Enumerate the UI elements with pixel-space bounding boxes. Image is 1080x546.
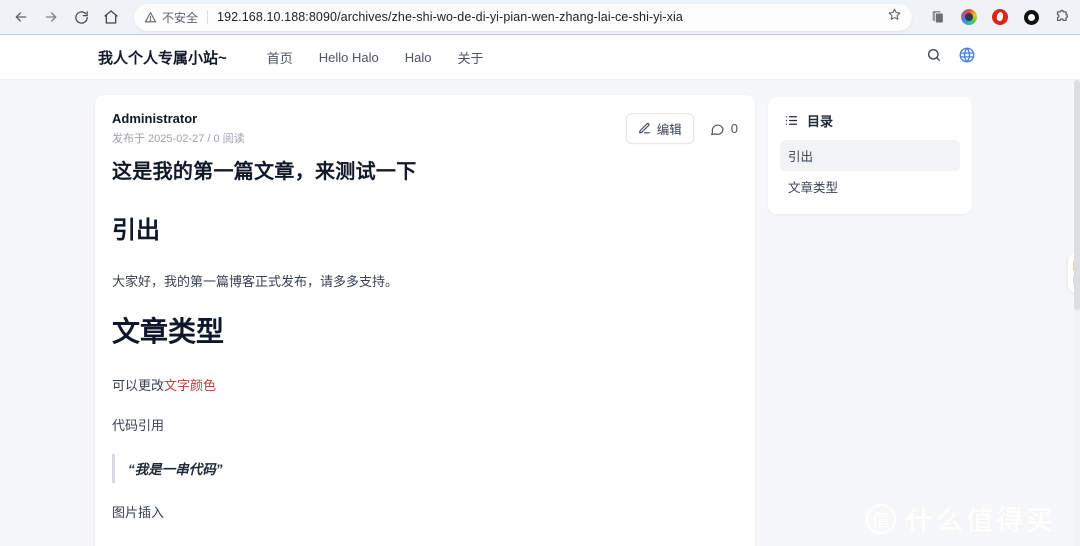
warning-icon [144, 11, 157, 22]
nav-item-hello-halo[interactable]: Hello Halo [319, 50, 379, 65]
url-text[interactable]: 192.168.10.188:8090/archives/zhe-shi-wo-… [217, 10, 879, 24]
comment-icon [710, 123, 724, 135]
nav-item-halo[interactable]: Halo [405, 50, 432, 65]
color-line-red-link[interactable]: 文字颜色 [164, 378, 216, 393]
toc-title: 目录 [807, 114, 834, 129]
nav-item-about[interactable]: 关于 [458, 48, 484, 67]
smzdm-watermark: 值 什么值得买 [866, 499, 1056, 538]
comment-count: 0 [730, 121, 738, 136]
post-title: 这是我的第一篇文章，来测试一下 [112, 161, 417, 183]
comment-widget[interactable]: 0 [709, 121, 738, 137]
toc-item-intro[interactable]: 引出 [780, 140, 960, 171]
list-icon [785, 116, 798, 125]
edit-button[interactable]: 编辑 [625, 113, 694, 144]
paragraph-intro: 大家好，我的第一篇博客正式发布，请多多支持。 [112, 274, 399, 289]
address-bar[interactable]: 不安全 192.168.10.188:8090/archives/zhe-shi… [134, 3, 912, 31]
pages-extension-icon[interactable] [928, 7, 948, 27]
refresh-icon[interactable] [68, 4, 94, 30]
post-meta: 发布于 2025-02-27 / 0 阅读 [112, 133, 245, 145]
article-meta-row: Administrator 发布于 2025-02-27 / 0 阅读 编辑 0 [112, 111, 738, 146]
article-actions: 编辑 0 [625, 113, 738, 144]
record-extension-icon[interactable] [1021, 7, 1041, 27]
page-content: Administrator 发布于 2025-02-27 / 0 阅读 编辑 0… [0, 80, 1080, 546]
nav-item-home[interactable]: 首页 [267, 48, 293, 67]
toc-header: 目录 [780, 109, 960, 140]
browser-toolbar: 不安全 192.168.10.188:8090/archives/zhe-shi… [0, 0, 1080, 35]
header-icons [926, 46, 976, 69]
heading-type: 文章类型 [112, 316, 225, 347]
site-header: 我人个人专属小站~ 首页 Hello Halo Halo 关于 [0, 36, 1080, 80]
chip-divider [207, 10, 209, 24]
back-icon[interactable] [8, 4, 34, 30]
security-chip[interactable]: 不安全 [144, 9, 198, 26]
watermark-text: 什么值得买 [906, 506, 1056, 536]
screen: 不安全 192.168.10.188:8090/archives/zhe-shi… [0, 0, 1080, 546]
heading-intro: 引出 [112, 217, 160, 244]
bookmark-star-icon[interactable] [887, 7, 902, 27]
globe-icon[interactable] [958, 46, 976, 69]
edit-button-label: 编辑 [656, 123, 682, 137]
watermark-badge: 值 [866, 503, 896, 534]
blockquote-text: “我是一串代码” [128, 462, 223, 477]
color-line-prefix: 可以更改 [112, 378, 165, 393]
forward-icon[interactable] [38, 4, 64, 30]
camera-extension-icon[interactable] [959, 7, 979, 27]
extensions-puzzle-icon[interactable] [1052, 7, 1072, 27]
blockquote: “我是一串代码” [112, 454, 738, 483]
security-label: 不安全 [162, 10, 199, 25]
paragraph-image: 图片插入 [112, 505, 165, 520]
page-scrollbar[interactable] [1074, 80, 1080, 546]
site-title[interactable]: 我人个人专属小站~ [98, 47, 227, 68]
paragraph-code: 代码引用 [112, 418, 165, 433]
paragraph-color: 可以更改文字颜色 [112, 375, 738, 394]
pencil-icon [638, 123, 650, 134]
extension-row: 皮 [928, 7, 1080, 27]
red-extension-icon[interactable] [990, 7, 1010, 27]
toc-card: 目录 引出 文章类型 [768, 97, 972, 214]
article-card: Administrator 发布于 2025-02-27 / 0 阅读 编辑 0… [95, 95, 755, 546]
scrollbar-thumb[interactable] [1074, 80, 1080, 310]
toc-item-type[interactable]: 文章类型 [780, 171, 960, 202]
search-icon[interactable] [926, 47, 942, 68]
site-nav: 首页 Hello Halo Halo 关于 [267, 48, 484, 67]
author-name[interactable]: Administrator [112, 111, 245, 126]
home-icon[interactable] [98, 4, 124, 30]
